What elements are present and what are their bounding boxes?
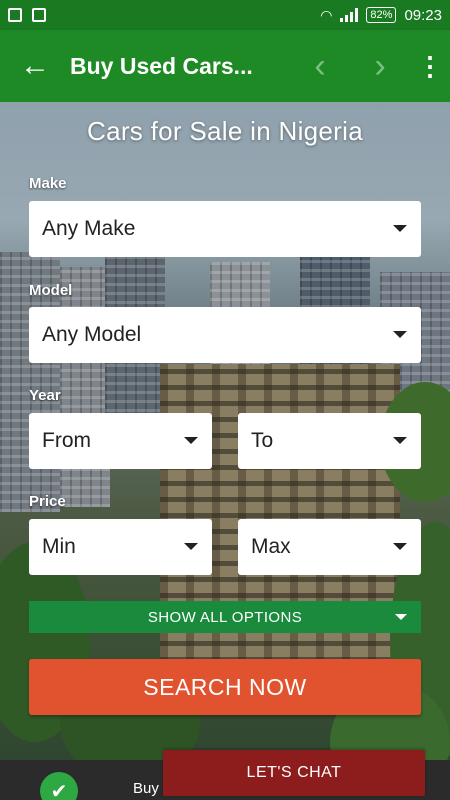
dropdown-caret-icon [184,543,198,550]
show-all-options-label: SHOW ALL OPTIONS [147,608,303,626]
year-to-dropdown[interactable]: To [238,413,421,469]
lets-chat-button[interactable]: LET'S CHAT [163,750,425,796]
dropdown-caret-icon [393,331,407,338]
search-now-button[interactable]: SEARCH NOW [29,659,421,715]
chevron-down-icon [395,614,407,620]
back-arrow-icon[interactable]: ← [0,30,70,102]
year-to-value: To [251,429,274,452]
year-from-value: From [42,429,91,452]
price-label: Price [29,493,66,510]
price-max-value: Max [251,535,291,558]
battery-indicator: 82% [366,7,397,23]
make-value: Any Make [42,217,136,240]
wifi-icon: ◠ [320,6,333,23]
dropdown-caret-icon [393,437,407,444]
clock: 09:23 [404,6,442,24]
notification-icon [32,8,46,22]
page-heading: Cars for Sale in Nigeria [87,116,363,146]
show-all-options-button[interactable]: SHOW ALL OPTIONS [29,601,421,633]
year-from-dropdown[interactable]: From [29,413,212,469]
next-arrow-icon[interactable]: › [350,30,410,102]
image-icon [8,8,22,22]
make-dropdown[interactable]: Any Make [29,201,421,257]
toolbar-title: Buy Used Cars... [70,52,253,79]
app-toolbar: ← Buy Used Cars... ‹ › ⋮ [0,30,450,102]
signal-icon [340,8,359,22]
price-min-value: Min [42,535,76,558]
price-max-dropdown[interactable]: Max [238,519,421,575]
status-bar: ◠ 82% 09:23 [0,0,450,30]
year-label: Year [29,387,61,404]
buy-tab-label[interactable]: Buy [133,780,159,797]
dropdown-caret-icon [393,225,407,232]
overflow-menu-icon[interactable]: ⋮ [410,30,450,102]
model-value: Any Model [42,323,142,346]
dropdown-caret-icon [393,543,407,550]
previous-arrow-icon[interactable]: ‹ [290,30,350,102]
dropdown-caret-icon [184,437,198,444]
model-dropdown[interactable]: Any Model [29,307,421,363]
price-min-dropdown[interactable]: Min [29,519,212,575]
model-label: Model [29,282,73,299]
make-label: Make [29,175,67,192]
